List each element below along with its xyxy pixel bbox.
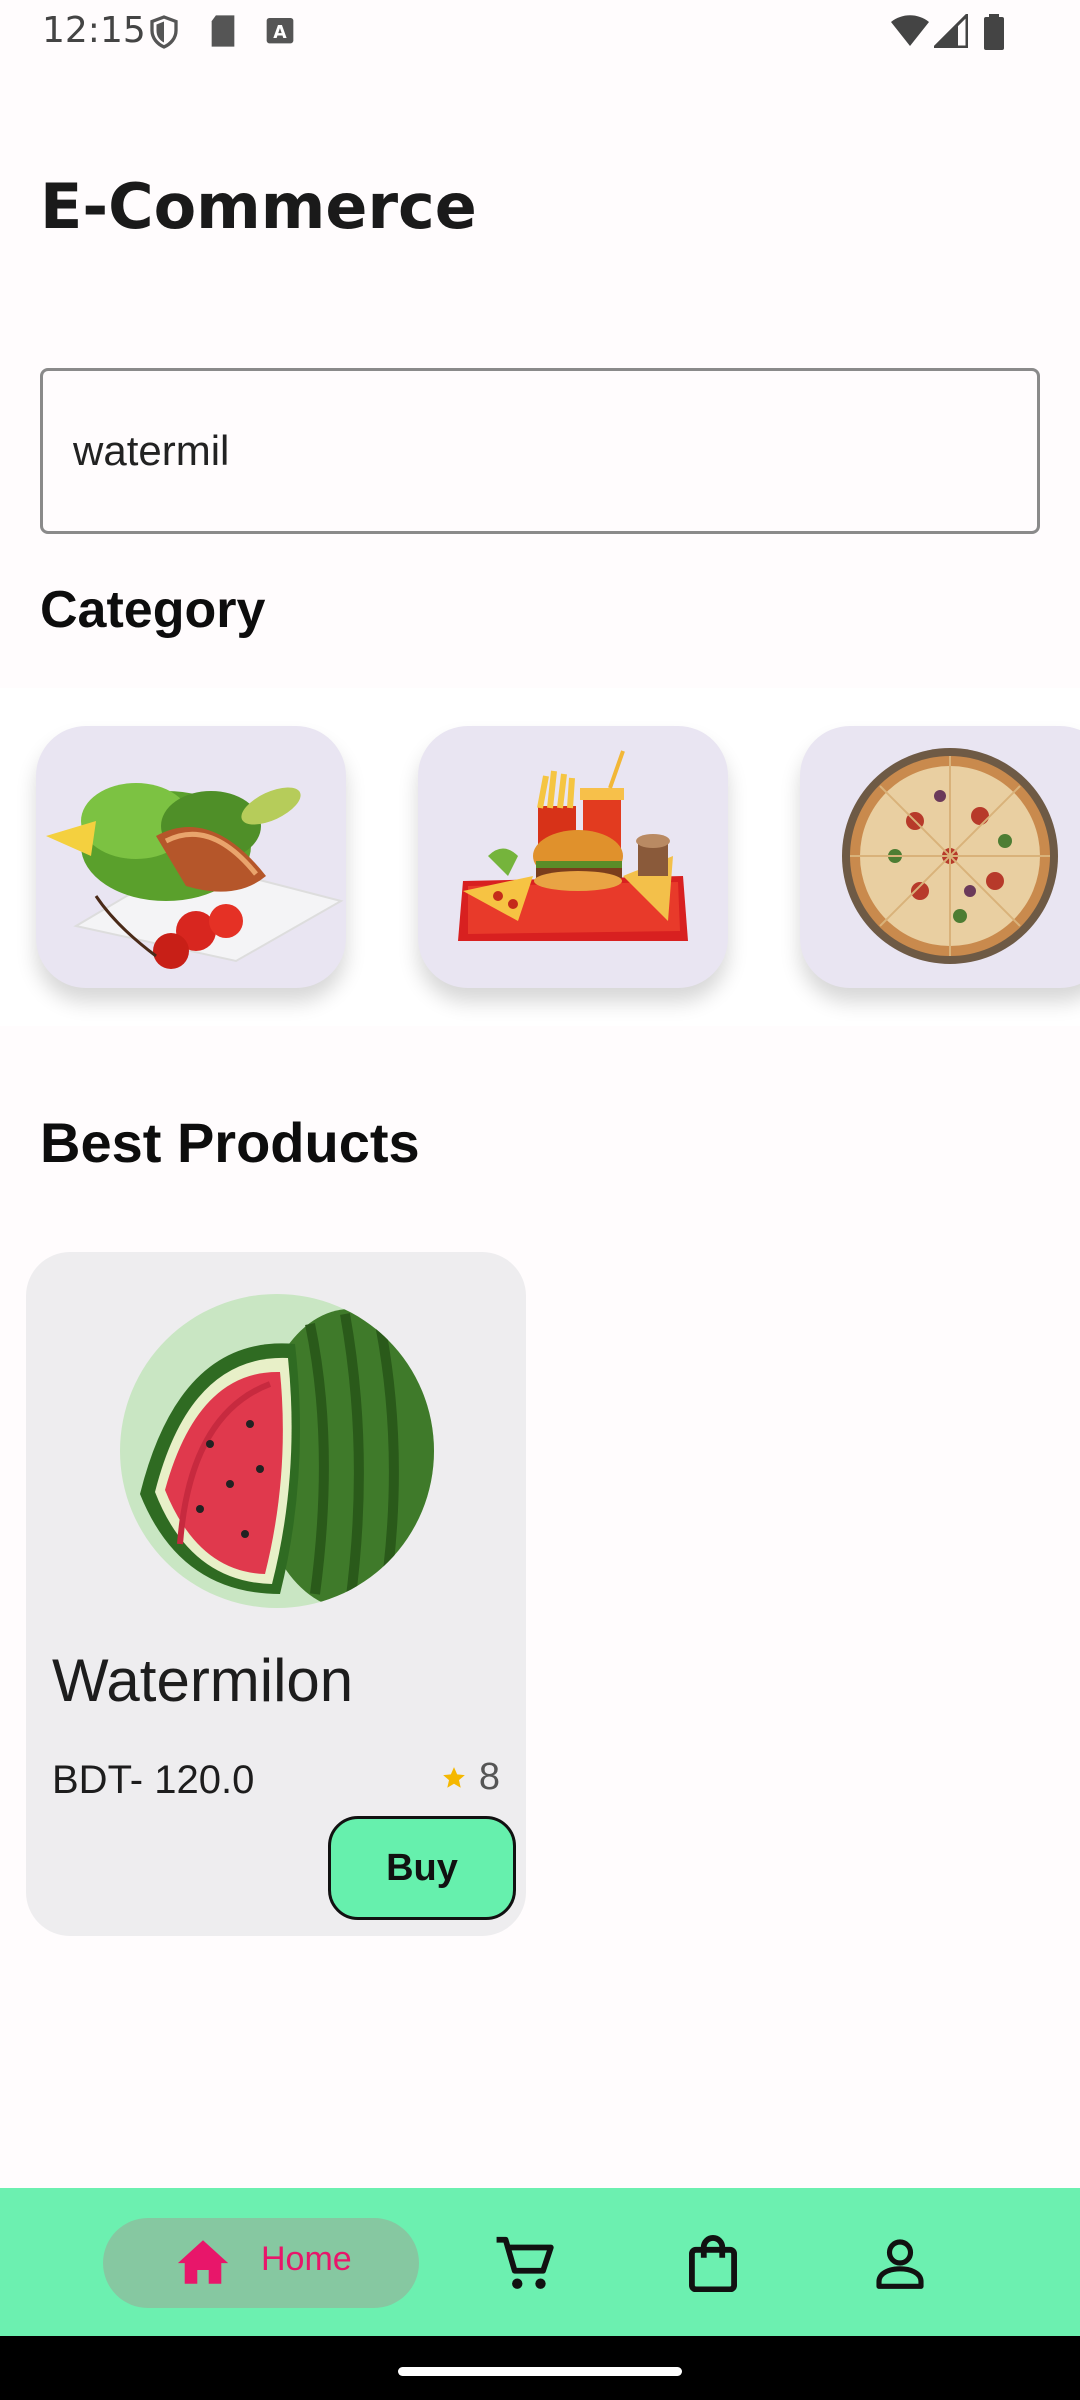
- best-products-heading: Best Products: [40, 1111, 420, 1174]
- category-item-pizza[interactable]: [800, 726, 1080, 988]
- nav-home[interactable]: Home: [103, 2218, 419, 2308]
- wifi-icon: [891, 15, 929, 46]
- watermelon-image: [120, 1294, 434, 1608]
- rating-value: 8: [478, 1756, 500, 1798]
- shopping-bag-icon[interactable]: [686, 2234, 740, 2292]
- home-icon: [177, 2240, 229, 2284]
- search-box[interactable]: [40, 368, 1040, 534]
- nav-home-label: Home: [261, 2240, 352, 2278]
- profile-icon[interactable]: [872, 2234, 928, 2292]
- pizza-image: [842, 748, 1058, 964]
- category-list[interactable]: [0, 688, 1080, 1026]
- product-rating: 8: [441, 1756, 500, 1799]
- status-bar: 12:15 A: [0, 0, 1080, 62]
- star-icon: [443, 1766, 465, 1788]
- page-title: E-Commerce: [40, 170, 477, 243]
- sd-card-icon: [211, 15, 235, 47]
- category-heading: Category: [40, 581, 266, 639]
- shield-icon: [150, 15, 178, 49]
- svg-text:A: A: [273, 23, 287, 43]
- product-name: Watermilon: [52, 1647, 354, 1714]
- search-input[interactable]: [73, 419, 973, 483]
- bottom-navigation: Home: [0, 2188, 1080, 2336]
- product-card[interactable]: Watermilon BDT- 120.0 8 Buy: [26, 1252, 526, 1936]
- status-time: 12:15: [42, 10, 146, 51]
- category-item-fast-food[interactable]: [418, 726, 728, 988]
- buy-button[interactable]: Buy: [328, 1816, 516, 1920]
- home-indicator[interactable]: [398, 2367, 682, 2376]
- battery-icon: [984, 14, 1004, 50]
- cellular-signal-icon: [934, 14, 968, 48]
- keyboard-a-icon: A: [266, 18, 294, 44]
- product-price: BDT- 120.0: [52, 1758, 255, 1802]
- fast-food-image: [458, 750, 688, 941]
- product-image: [120, 1294, 434, 1608]
- salmon-salad-image: [46, 783, 344, 969]
- category-item-salmon-salad[interactable]: [36, 726, 346, 988]
- cart-icon[interactable]: [494, 2234, 556, 2292]
